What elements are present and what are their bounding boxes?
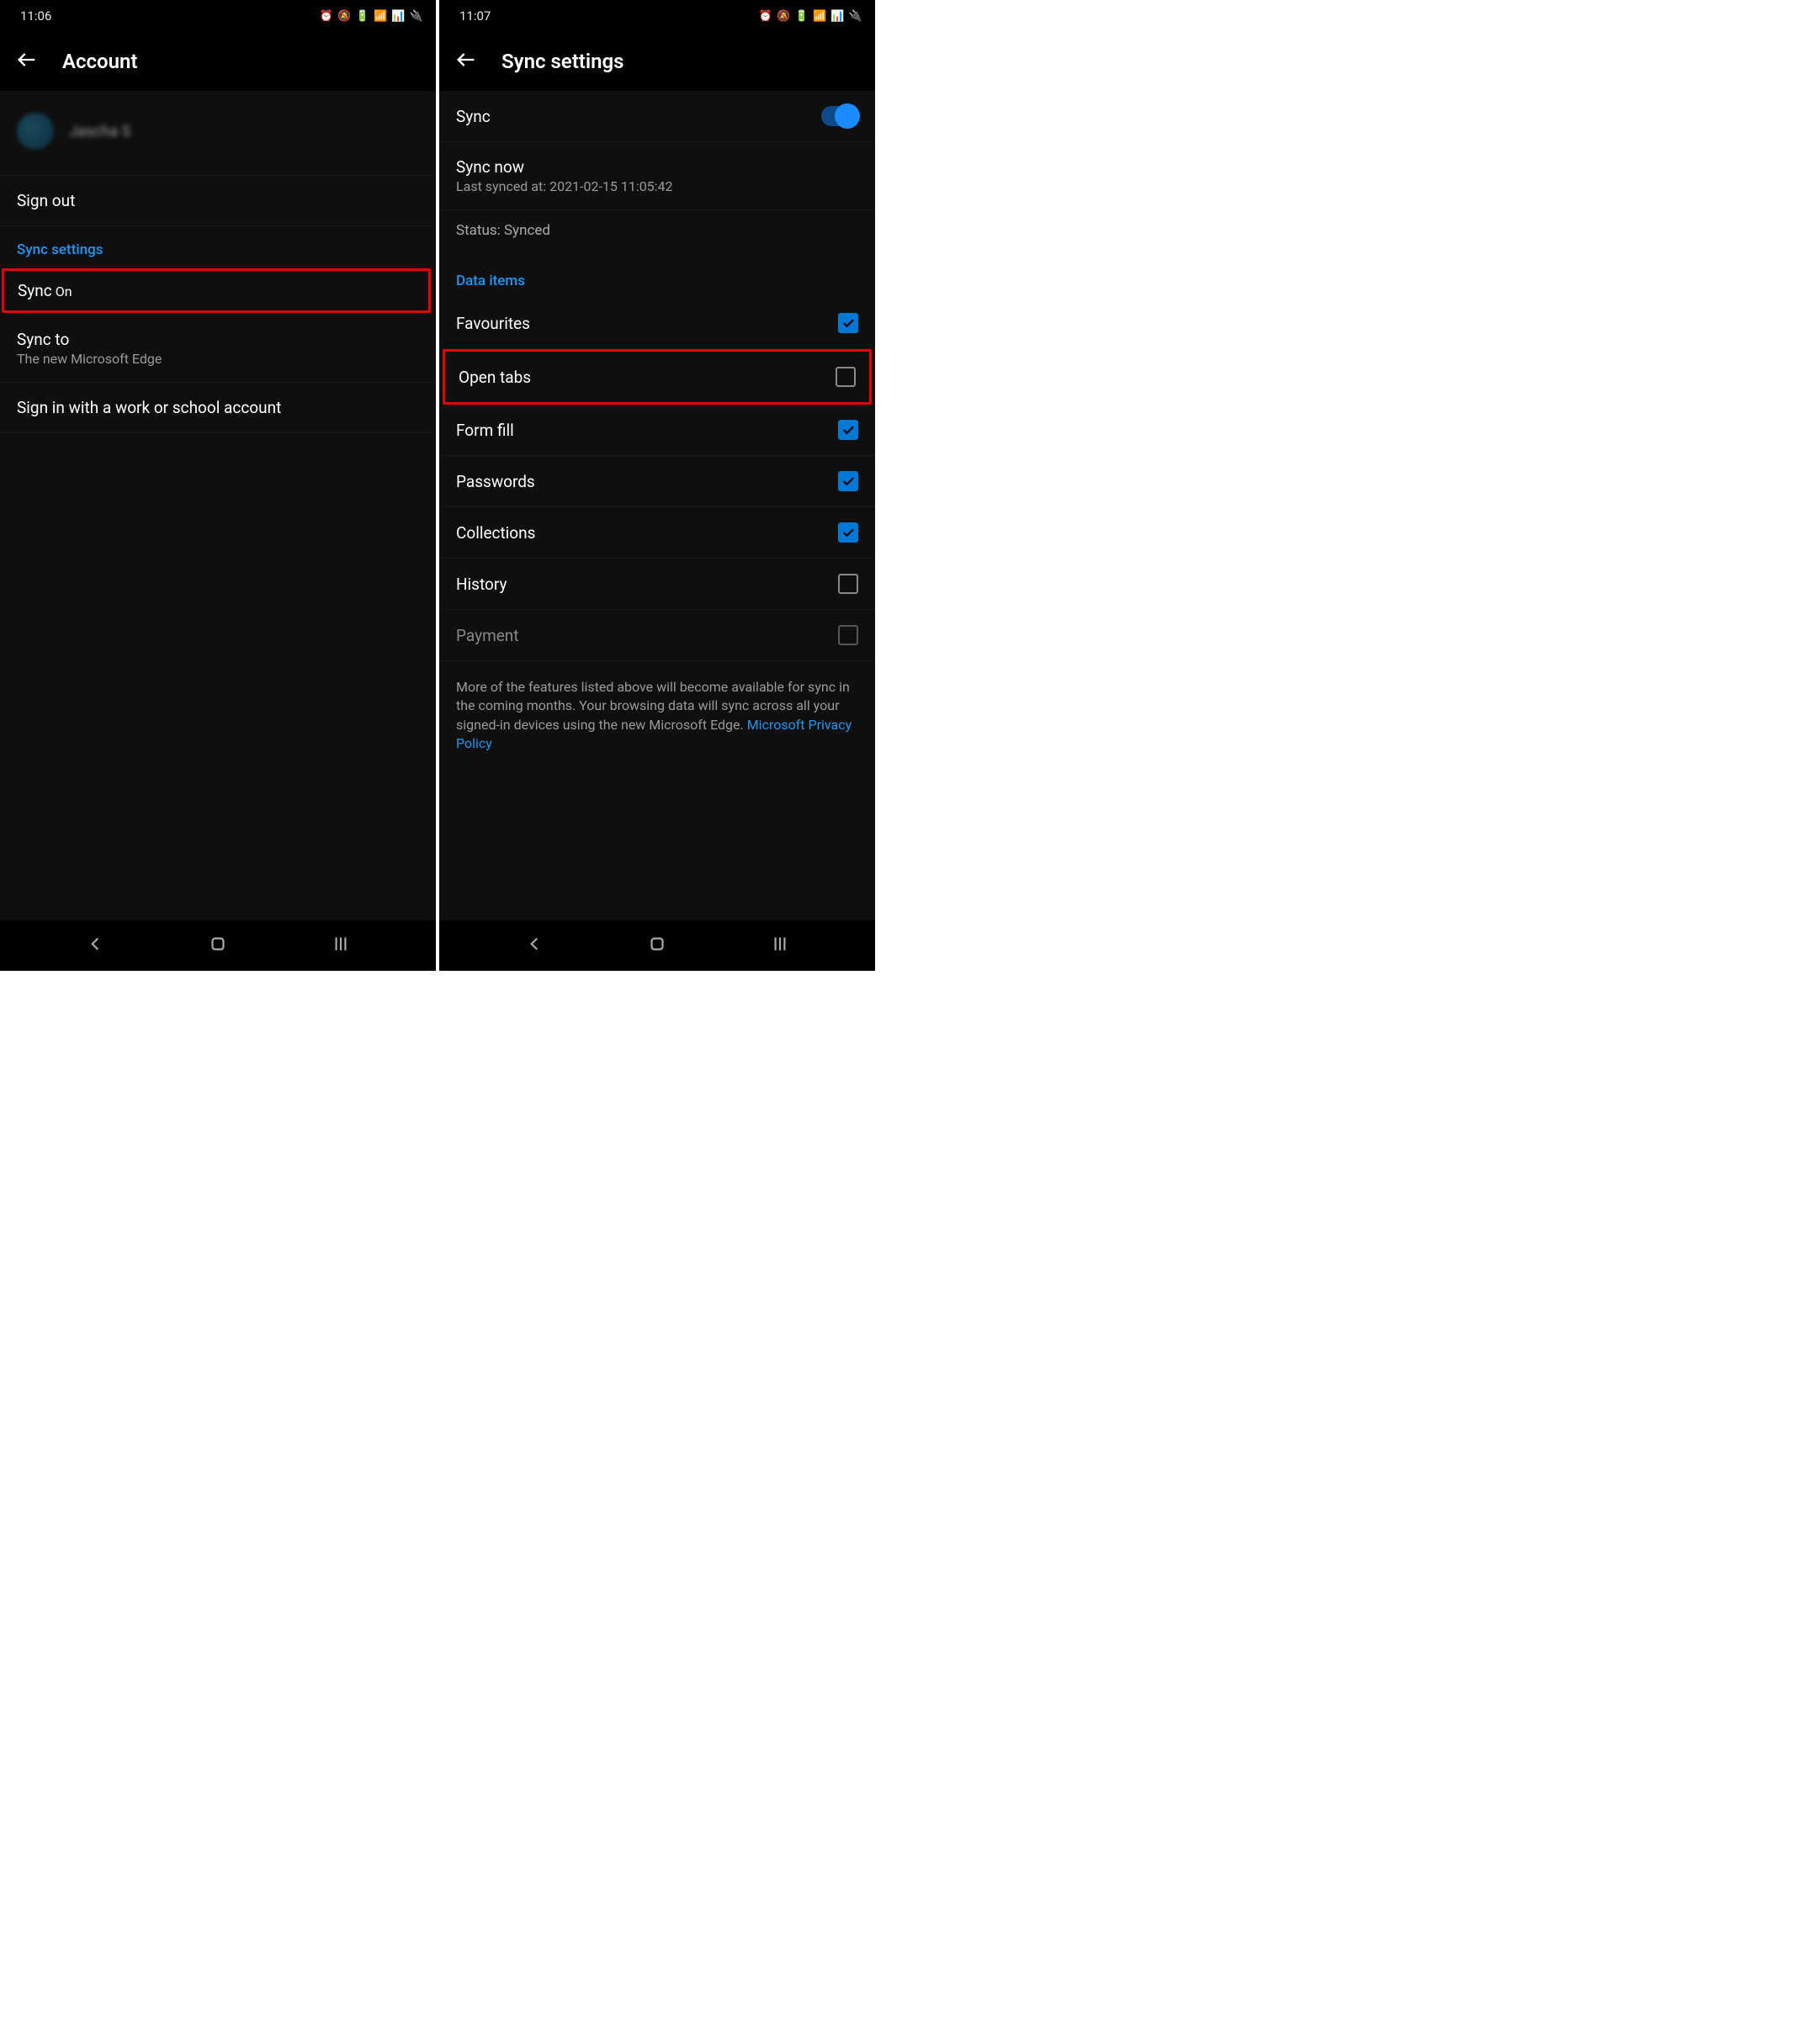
signout-label: Sign out [17, 191, 75, 210]
avatar [17, 113, 54, 150]
item-passwords[interactable]: Passwords [439, 456, 875, 507]
sync-value: On [56, 284, 72, 299]
item-form-fill[interactable]: Form fill [439, 405, 875, 456]
checkbox[interactable] [838, 522, 858, 543]
nav-recents-icon[interactable] [769, 933, 791, 958]
item-collections[interactable]: Collections [439, 507, 875, 559]
syncto-value: The new Microsoft Edge [17, 351, 162, 367]
content: Sync Sync now Last synced at: 2021-02-15… [439, 91, 875, 920]
status-icons: ⏰ 🔕 🔋 📶 📊 🔌 [759, 10, 863, 23]
sync-toggle[interactable] [821, 106, 858, 126]
item-label: Collections [456, 523, 535, 543]
checkbox[interactable] [838, 420, 858, 440]
item-label: Favourites [456, 314, 530, 333]
checkbox[interactable] [838, 574, 858, 594]
syncto-row[interactable]: Sync to The new Microsoft Edge [0, 315, 436, 383]
workschool-label: Sign in with a work or school account [17, 398, 281, 417]
sync-label: Sync [18, 281, 52, 300]
item-label: Form fill [456, 421, 514, 440]
syncnow-label: Sync now [456, 157, 673, 177]
item-favourites[interactable]: Favourites [439, 298, 875, 349]
page-title: Sync settings [501, 50, 623, 73]
android-navbar [439, 920, 875, 971]
item-label: Open tabs [459, 368, 531, 387]
appbar: Sync settings [439, 32, 875, 91]
workschool-row[interactable]: Sign in with a work or school account [0, 383, 436, 433]
item-open-tabs[interactable]: Open tabs [443, 349, 872, 405]
profile-name: Jascha S [69, 123, 130, 140]
item-label: Payment [456, 626, 519, 645]
checkbox[interactable] [836, 367, 856, 387]
syncnow-row[interactable]: Sync now Last synced at: 2021-02-15 11:0… [439, 142, 875, 210]
appbar: Account [0, 32, 436, 91]
back-arrow-icon[interactable] [15, 48, 39, 75]
nav-home-icon[interactable] [207, 933, 229, 958]
status-row: Status: Synced [439, 210, 875, 257]
status-icons: ⏰ 🔕 🔋 📶 📊 🔌 [320, 10, 424, 23]
clock: 11:06 [20, 8, 51, 24]
checkbox [838, 625, 858, 645]
footer-text: More of the features listed above will b… [439, 661, 875, 779]
section-data-items: Data items [439, 257, 875, 298]
sync-settings-screen: 11:07 ⏰ 🔕 🔋 📶 📊 🔌 Sync settings Sync Syn… [439, 0, 875, 971]
syncto-label: Sync to [17, 330, 162, 349]
statusbar: 11:07 ⏰ 🔕 🔋 📶 📊 🔌 [439, 0, 875, 32]
nav-home-icon[interactable] [646, 933, 668, 958]
content: Jascha S Sign out Sync settings Sync On … [0, 91, 436, 920]
clock: 11:07 [459, 8, 491, 24]
syncnow-sub: Last synced at: 2021-02-15 11:05:42 [456, 178, 673, 194]
checkbox[interactable] [838, 313, 858, 333]
item-history[interactable]: History [439, 559, 875, 610]
signout-row[interactable]: Sign out [0, 176, 436, 226]
item-payment: Payment [439, 610, 875, 661]
checkbox[interactable] [838, 471, 858, 491]
nav-recents-icon[interactable] [330, 933, 352, 958]
nav-back-icon[interactable] [523, 933, 545, 958]
back-arrow-icon[interactable] [454, 48, 478, 75]
profile-row[interactable]: Jascha S [0, 91, 436, 176]
section-sync-settings: Sync settings [0, 226, 436, 267]
account-screen: 11:06 ⏰ 🔕 🔋 📶 📊 🔌 Account Jascha S Sign … [0, 0, 436, 971]
nav-back-icon[interactable] [84, 933, 106, 958]
sync-label: Sync [456, 107, 491, 126]
item-label: History [456, 575, 507, 594]
item-label: Passwords [456, 472, 535, 491]
page-title: Account [62, 50, 138, 73]
sync-toggle-row[interactable]: Sync [439, 91, 875, 142]
sync-row[interactable]: Sync On [2, 268, 431, 313]
statusbar: 11:06 ⏰ 🔕 🔋 📶 📊 🔌 [0, 0, 436, 32]
android-navbar [0, 920, 436, 971]
